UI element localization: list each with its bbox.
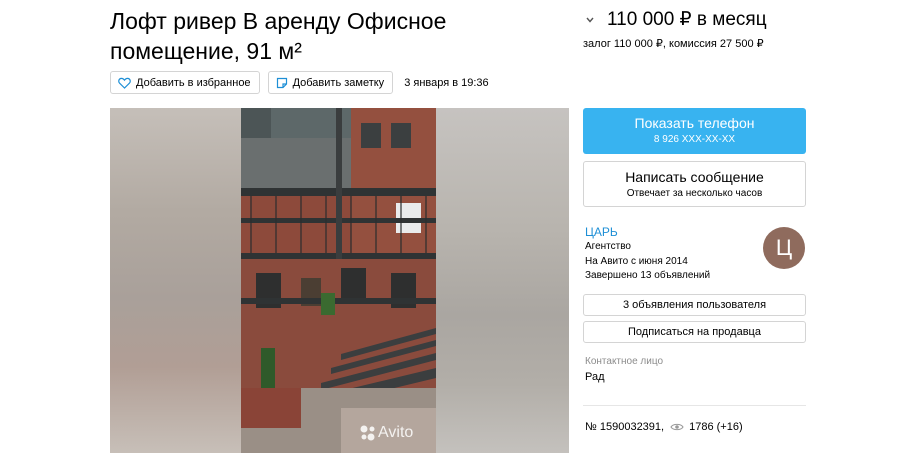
price-block: 110 000 ₽ в месяц [583, 8, 767, 31]
contact-person-name: Рад [585, 371, 605, 383]
view-count: 1786 (+16) [689, 421, 743, 433]
add-to-favorites-button[interactable]: Добавить в избранное [110, 71, 260, 94]
heart-icon [118, 77, 131, 89]
show-phone-button[interactable]: Показать телефон 8 926 XXX-XX-XX [583, 108, 806, 154]
seller-type: Агентство [585, 241, 631, 252]
masked-phone-number: 8 926 XXX-XX-XX [653, 134, 736, 145]
listing-actions: Добавить в избранное Добавить заметку 3 … [110, 71, 489, 94]
subscribe-seller-button[interactable]: Подписаться на продавца [583, 321, 806, 343]
note-icon [276, 77, 287, 88]
user-listings-button[interactable]: 3 объявления пользователя [583, 294, 806, 316]
eye-icon [670, 423, 684, 431]
divider [583, 405, 806, 406]
listing-meta: № 1590032391, 1786 (+16) [585, 421, 743, 433]
avito-watermark-text: Avito [378, 424, 414, 441]
listing-photo[interactable] [241, 108, 436, 453]
add-note-label: Добавить заметку [292, 76, 385, 89]
add-note-button[interactable]: Добавить заметку [267, 71, 394, 94]
listing-date: 3 января в 19:36 [404, 76, 489, 89]
response-time-note: Отвечает за несколько часов [626, 188, 763, 199]
avito-watermark: Avito [358, 424, 413, 442]
seller-avatar[interactable]: Ц [763, 227, 805, 269]
listing-price: 110 000 ₽ в месяц [607, 9, 767, 30]
gallery-blur-left [110, 108, 241, 453]
avito-logo-icon [360, 425, 375, 441]
show-phone-label: Показать телефон [634, 115, 755, 131]
chevron-down-icon[interactable] [583, 13, 597, 27]
write-message-button[interactable]: Написать сообщение Отвечает за несколько… [583, 161, 806, 207]
seller-since: На Авито с июня 2014 [585, 256, 688, 267]
photo-gallery[interactable]: Avito [110, 108, 569, 453]
gallery-blur-right [436, 108, 569, 453]
write-message-label: Написать сообщение [625, 169, 764, 185]
contact-person-label: Контактное лицо [585, 356, 664, 367]
seller-name-link[interactable]: ЦАРЬ [585, 225, 618, 239]
listing-number: № 1590032391, [585, 421, 665, 433]
deposit-commission: залог 110 000 ₽, комиссия 27 500 ₽ [583, 38, 764, 50]
listing-title: Лофт ривер В аренду Офисное помещение, 9… [110, 8, 447, 64]
add-to-favorites-label: Добавить в избранное [136, 76, 251, 89]
seller-completed-count: Завершено 13 объявлений [585, 270, 711, 281]
